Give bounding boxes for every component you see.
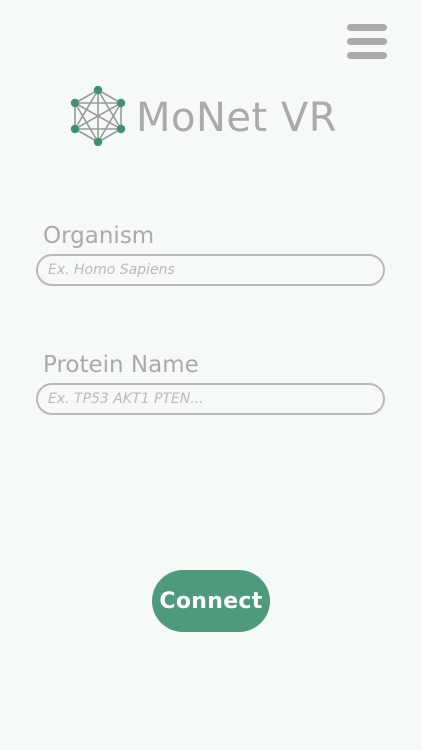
connect-button[interactable]: Connect xyxy=(152,570,270,632)
menu-button[interactable] xyxy=(345,24,389,62)
organism-input[interactable] xyxy=(36,254,385,286)
app-title: MoNet VR xyxy=(136,95,338,141)
protein-name-label: Protein Name xyxy=(43,352,199,378)
menu-bar xyxy=(347,24,387,31)
organism-label: Organism xyxy=(43,223,155,249)
menu-bar xyxy=(347,38,387,45)
menu-bar xyxy=(347,52,387,59)
protein-name-input[interactable] xyxy=(36,383,385,415)
network-logo-icon xyxy=(68,84,128,148)
